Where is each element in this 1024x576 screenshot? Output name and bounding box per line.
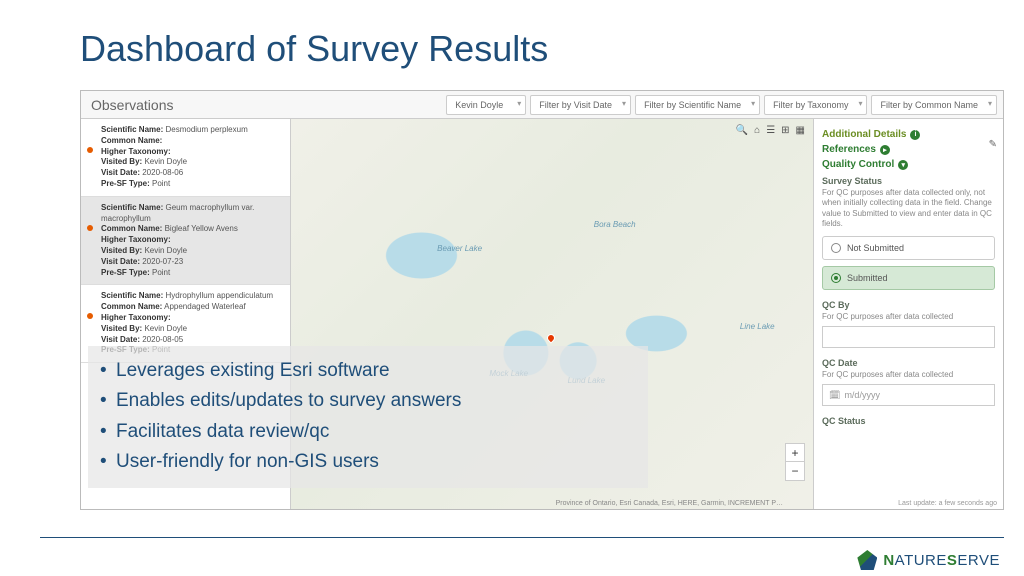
val-vby: Kevin Doyle	[144, 246, 187, 255]
radio-icon	[831, 273, 841, 283]
zoom-in-button[interactable]: +	[786, 444, 804, 462]
brand-erve: ERVE	[957, 552, 1000, 569]
details-panel: Additional Details i ✎ References ▸ Qualit…	[813, 119, 1003, 509]
radio-icon	[831, 243, 841, 253]
filter-visit-date-label: Filter by Visit Date	[539, 100, 612, 110]
bullet-item: Enables edits/updates to survey answers	[94, 386, 638, 416]
last-update: Last update: a few seconds ago	[898, 500, 997, 507]
section-label: Quality Control	[822, 159, 894, 170]
lbl-vdate: Visit Date:	[101, 335, 140, 344]
bullet-item: User-friendly for non-GIS users	[94, 447, 638, 477]
logo-mark-icon	[857, 550, 877, 570]
val-vby: Kevin Doyle	[144, 157, 187, 166]
filter-tax-label: Filter by Taxonomy	[773, 100, 848, 110]
lbl-common: Common Name:	[101, 302, 162, 311]
slide-title: Dashboard of Survey Results	[0, 0, 1024, 80]
filter-taxonomy[interactable]: Filter by Taxonomy	[764, 95, 867, 115]
val-presf: Point	[152, 179, 170, 188]
val-vdate: 2020-08-06	[142, 168, 183, 177]
basemap-icon[interactable]: ⊞	[781, 125, 789, 136]
radio-label: Submitted	[847, 273, 888, 283]
filter-visit-date[interactable]: Filter by Visit Date	[530, 95, 631, 115]
filter-user[interactable]: Kevin Doyle	[446, 95, 526, 115]
bullet-overlay: Leverages existing Esri software Enables…	[88, 346, 648, 488]
val-vdate: 2020-08-05	[142, 335, 183, 344]
map-attribution: Province of Ontario, Esri Canada, Esri, …	[556, 500, 783, 507]
home-icon[interactable]: ⌂	[754, 125, 760, 136]
radio-submitted[interactable]: Submitted	[822, 266, 995, 290]
survey-status-title: Survey Status	[822, 176, 995, 186]
divider	[40, 537, 1004, 538]
filter-user-label: Kevin Doyle	[455, 100, 503, 110]
val-vdate: 2020-07-23	[142, 257, 183, 266]
lbl-common: Common Name:	[101, 136, 162, 145]
lbl-vby: Visited By:	[101, 324, 142, 333]
lbl-tax: Higher Taxonomy:	[101, 235, 171, 244]
lbl-presf: Pre-SF Type:	[101, 268, 150, 277]
section-label: References	[822, 144, 876, 155]
filter-common-name[interactable]: Filter by Common Name	[871, 95, 997, 115]
section-references[interactable]: References ▸	[822, 144, 995, 155]
lbl-vby: Visited By:	[101, 246, 142, 255]
survey-status-desc: For QC purposes after data collected onl…	[822, 188, 995, 230]
qc-date-input[interactable]: 🗓 m/d/yyyy	[822, 384, 995, 406]
map-pin-icon[interactable]	[545, 332, 556, 343]
layers-icon[interactable]: ☰	[766, 125, 775, 136]
map-label-line: Line Lake	[740, 322, 775, 331]
bullet-item: Leverages existing Esri software	[94, 356, 638, 386]
filter-scientific-name[interactable]: Filter by Scientific Name	[635, 95, 760, 115]
observation-item[interactable]: Scientific Name: Geum macrophyllum var. …	[81, 197, 290, 286]
zoom-control: + −	[785, 443, 805, 481]
lbl-sci: Scientific Name:	[101, 125, 163, 134]
qc-status-title: QC Status	[822, 416, 995, 426]
chevron-down-icon: ▾	[898, 160, 908, 170]
lbl-sci: Scientific Name:	[101, 291, 163, 300]
grid-icon[interactable]: ▦	[796, 125, 805, 136]
qc-by-title: QC By	[822, 300, 995, 310]
map-label-bora: Bora Beach	[594, 220, 636, 229]
val-common: Appendaged Waterleaf	[164, 302, 246, 311]
header-bar: Observations Kevin Doyle Filter by Visit…	[81, 91, 1003, 119]
val-common: Bigleaf Yellow Avens	[165, 224, 238, 233]
zoom-out-button[interactable]: −	[786, 462, 804, 480]
panel-title: Observations	[87, 97, 173, 113]
chevron-right-icon: ▸	[880, 145, 890, 155]
val-presf: Point	[152, 268, 170, 277]
edit-icon[interactable]: ✎	[989, 139, 997, 150]
qc-date-title: QC Date	[822, 358, 995, 368]
section-additional-details[interactable]: Additional Details i	[822, 129, 995, 140]
brand-ature: ATURE	[895, 552, 947, 569]
section-label: Additional Details	[822, 129, 906, 140]
lbl-tax: Higher Taxonomy:	[101, 147, 171, 156]
section-quality-control[interactable]: Quality Control ▾	[822, 159, 995, 170]
info-icon: i	[910, 130, 920, 140]
qc-by-input[interactable]	[822, 326, 995, 348]
val-sci: Hydrophyllum appendiculatum	[165, 291, 273, 300]
lbl-sci: Scientific Name:	[101, 203, 163, 212]
qc-by-desc: For QC purposes after data collected	[822, 312, 995, 322]
calendar-icon: 🗓	[829, 390, 840, 401]
val-vby: Kevin Doyle	[144, 324, 187, 333]
lbl-common: Common Name:	[101, 224, 162, 233]
qc-date-placeholder: m/d/yyyy	[844, 390, 880, 400]
search-icon[interactable]: 🔍	[736, 125, 748, 136]
lbl-vdate: Visit Date:	[101, 257, 140, 266]
map-label-beaver: Beaver Lake	[437, 244, 482, 253]
map-toolbar: 🔍 ⌂ ☰ ⊞ ▦	[736, 125, 805, 136]
radio-not-submitted[interactable]: Not Submitted	[822, 236, 995, 260]
brand-n: N	[883, 552, 894, 569]
filter-sci-label: Filter by Scientific Name	[644, 100, 741, 110]
lbl-vdate: Visit Date:	[101, 168, 140, 177]
lbl-vby: Visited By:	[101, 157, 142, 166]
observation-item[interactable]: Scientific Name: Desmodium perplexum Com…	[81, 119, 290, 197]
natureserve-logo: NATURESERVE	[857, 550, 1000, 570]
bullet-item: Facilitates data review/qc	[94, 417, 638, 447]
val-sci: Desmodium perplexum	[165, 125, 247, 134]
radio-label: Not Submitted	[847, 243, 904, 253]
lbl-presf: Pre-SF Type:	[101, 179, 150, 188]
lbl-tax: Higher Taxonomy:	[101, 313, 171, 322]
filter-common-label: Filter by Common Name	[880, 100, 978, 110]
brand-s: S	[947, 552, 958, 569]
qc-date-desc: For QC purposes after data collected	[822, 370, 995, 380]
